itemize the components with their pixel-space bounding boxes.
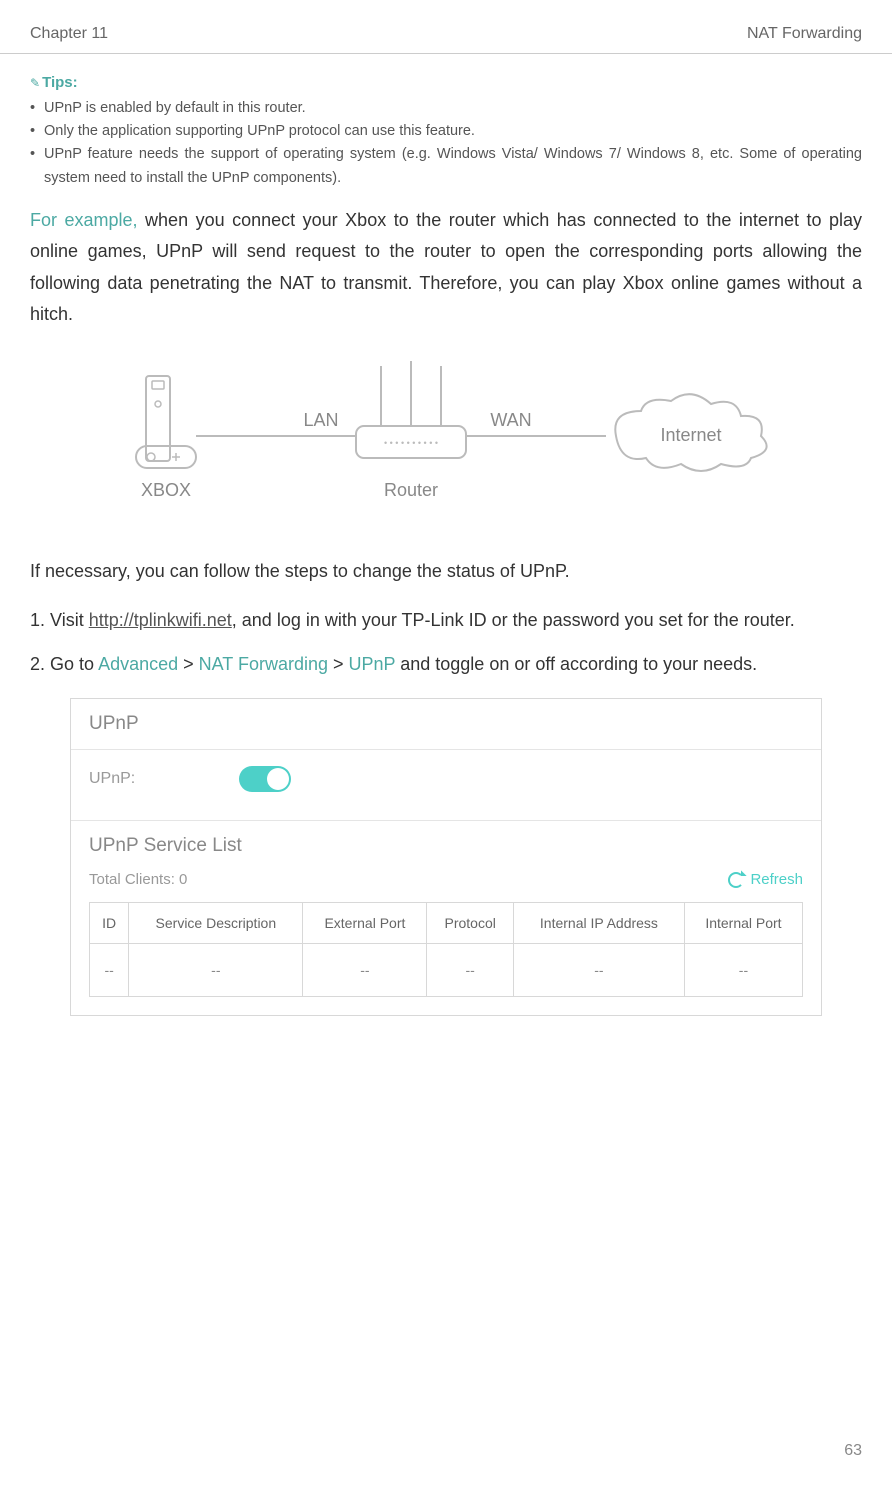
step-text: , and log in with your TP-Link ID or the… — [232, 610, 795, 630]
page-number: 63 — [844, 1442, 862, 1460]
cell-empty: -- — [303, 944, 427, 997]
tips-list: UPnP is enabled by default in this route… — [30, 97, 862, 190]
step-text: Go to — [50, 654, 98, 674]
col-service-description: Service Description — [129, 903, 303, 944]
upnp-toggle[interactable] — [239, 766, 291, 792]
tips-item: UPnP feature needs the support of operat… — [30, 143, 862, 189]
page-content: ✎Tips: UPnP is enabled by default in thi… — [0, 54, 892, 1054]
chapter-label: Chapter 11 — [30, 25, 108, 43]
router-ports: • • • • • • • • • • — [384, 438, 438, 448]
steps-list: 1. Visit http://tplinkwifi.net, and log … — [30, 605, 862, 680]
step-text: and toggle on or off according to your n… — [395, 654, 757, 674]
wan-label: WAN — [490, 410, 531, 430]
step-text: Visit — [50, 610, 89, 630]
nav-upnp: UPnP — [349, 654, 396, 674]
cell-empty: -- — [427, 944, 514, 997]
cell-empty: -- — [513, 944, 684, 997]
step-item: 2. Go to Advanced > NAT Forwarding > UPn… — [30, 649, 862, 681]
example-lead: For example, — [30, 210, 138, 230]
example-body: when you connect your Xbox to the router… — [30, 210, 862, 325]
internet-label: Internet — [660, 425, 721, 445]
nav-advanced: Advanced — [98, 654, 178, 674]
service-stats-row: Total Clients: 0 Refresh — [71, 867, 821, 902]
router-label: Router — [384, 480, 438, 500]
tips-item: Only the application supporting UPnP pro… — [30, 120, 862, 143]
tips-block: ✎Tips: UPnP is enabled by default in thi… — [30, 74, 862, 190]
col-protocol: Protocol — [427, 903, 514, 944]
refresh-button[interactable]: Refresh — [728, 871, 803, 888]
router-url-link[interactable]: http://tplinkwifi.net — [89, 610, 232, 630]
toggle-knob — [267, 768, 289, 790]
cell-empty: -- — [90, 944, 129, 997]
steps-intro: If necessary, you can follow the steps t… — [30, 556, 862, 588]
diagram-svg: XBOX LAN • • • • • • • • • • Router WAN … — [96, 356, 796, 526]
separator: > — [178, 654, 199, 674]
example-paragraph: For example, when you connect your Xbox … — [30, 205, 862, 331]
step-item: 1. Visit http://tplinkwifi.net, and log … — [30, 605, 862, 637]
refresh-label: Refresh — [750, 871, 803, 888]
upnp-toggle-row: UPnP: — [71, 750, 821, 821]
upnp-panel: UPnP UPnP: UPnP Service List Total Clien… — [70, 698, 822, 1016]
service-table: ID Service Description External Port Pro… — [89, 902, 803, 997]
table-header-row: ID Service Description External Port Pro… — [90, 903, 803, 944]
lan-label: LAN — [303, 410, 338, 430]
col-internal-port: Internal Port — [684, 903, 802, 944]
network-diagram: XBOX LAN • • • • • • • • • • Router WAN … — [30, 356, 862, 526]
refresh-icon — [728, 872, 744, 888]
step-number: 2. — [30, 654, 50, 674]
cell-empty: -- — [684, 944, 802, 997]
total-clients: Total Clients: 0 — [89, 871, 187, 888]
upnp-toggle-label: UPnP: — [89, 770, 239, 788]
service-list-title: UPnP Service List — [71, 821, 821, 867]
section-label: NAT Forwarding — [747, 25, 862, 43]
col-id: ID — [90, 903, 129, 944]
panel-title: UPnP — [71, 699, 821, 750]
tips-item: UPnP is enabled by default in this route… — [30, 97, 862, 120]
table-row: -- -- -- -- -- -- — [90, 944, 803, 997]
page-header: Chapter 11 NAT Forwarding — [0, 0, 892, 54]
step-number: 1. — [30, 610, 50, 630]
col-external-port: External Port — [303, 903, 427, 944]
xbox-label: XBOX — [141, 480, 191, 500]
paperclip-icon: ✎ — [30, 76, 40, 90]
nav-nat-forwarding: NAT Forwarding — [199, 654, 328, 674]
tips-label: Tips: — [42, 74, 78, 91]
separator: > — [328, 654, 349, 674]
col-internal-ip: Internal IP Address — [513, 903, 684, 944]
cell-empty: -- — [129, 944, 303, 997]
